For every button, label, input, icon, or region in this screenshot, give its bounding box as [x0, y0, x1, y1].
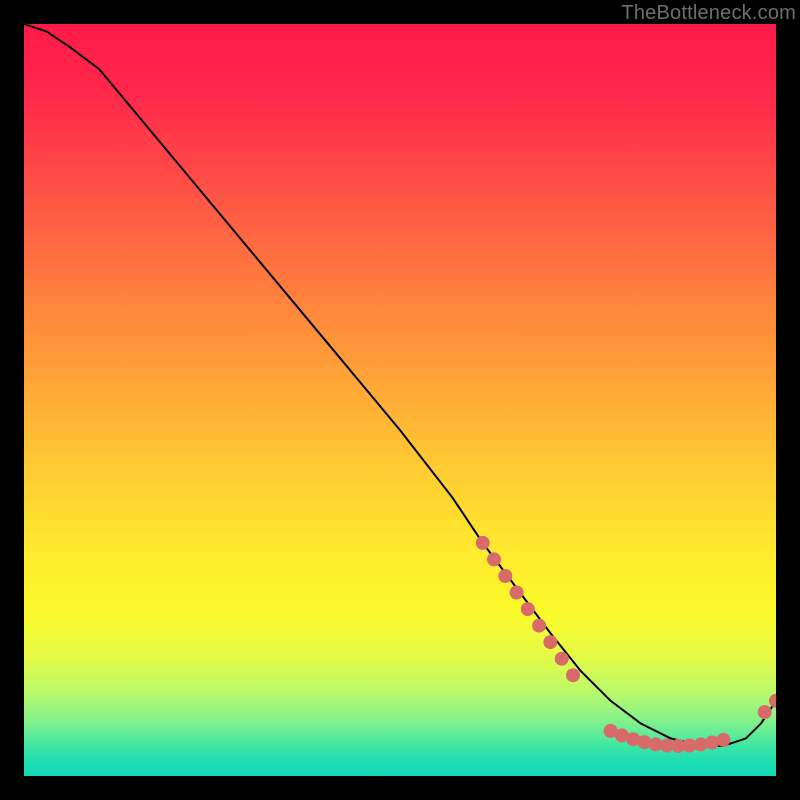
chart-stage: TheBottleneck.com: [0, 0, 800, 800]
data-point: [543, 635, 557, 649]
plot-area: [24, 24, 776, 776]
data-point: [498, 569, 512, 583]
data-point: [476, 536, 490, 550]
data-point: [758, 705, 772, 719]
data-points-group: [476, 536, 776, 753]
data-point: [521, 602, 535, 616]
bottleneck-curve: [24, 24, 776, 746]
data-point: [487, 552, 501, 566]
data-point: [510, 586, 524, 600]
data-point: [532, 619, 546, 633]
plot-overlay-svg: [24, 24, 776, 776]
data-point: [716, 733, 730, 747]
data-point: [566, 668, 580, 682]
data-point: [555, 652, 569, 666]
data-point: [769, 694, 776, 708]
watermark-label: TheBottleneck.com: [621, 2, 796, 25]
